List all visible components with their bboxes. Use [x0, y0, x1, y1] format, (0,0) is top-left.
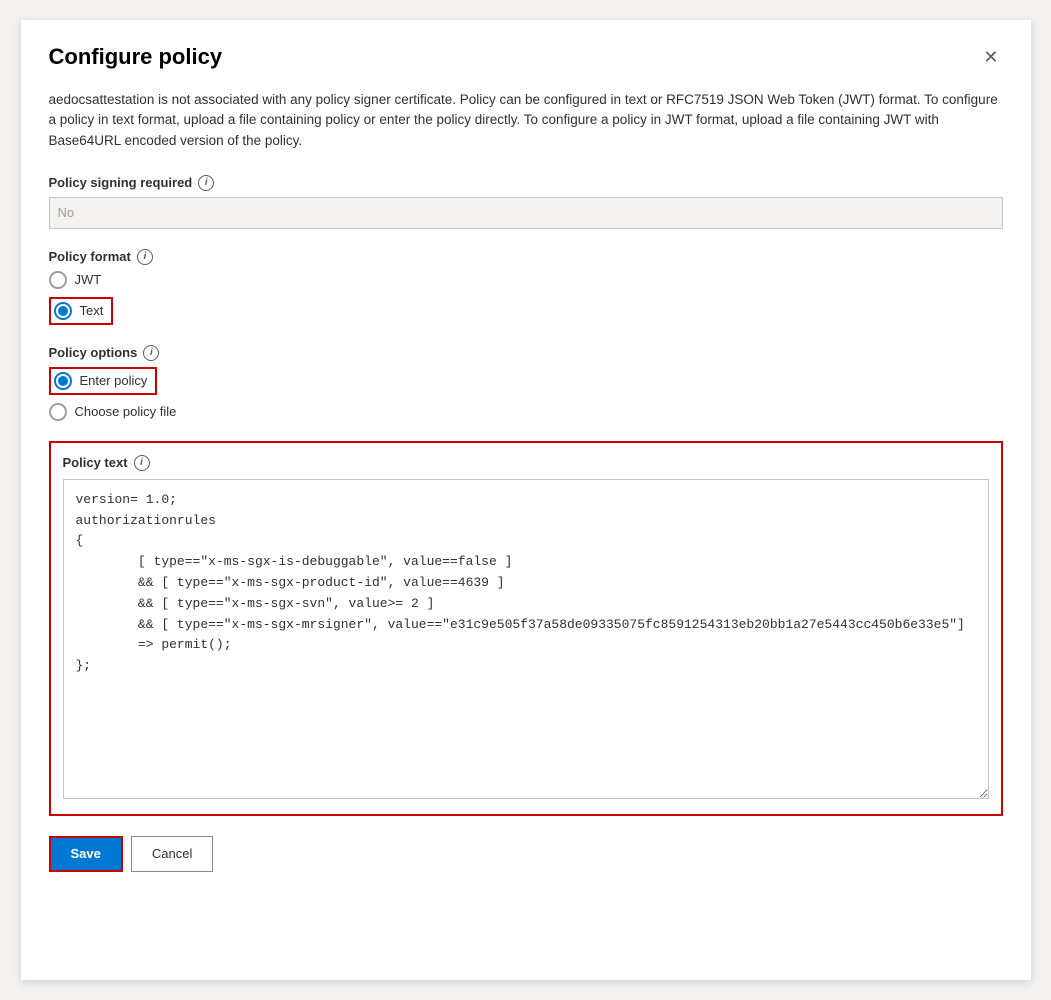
policy-options-label: Policy options i: [49, 345, 1003, 361]
radio-text-label: Text: [80, 303, 104, 318]
radio-enter-policy-label: Enter policy: [80, 373, 148, 388]
policy-format-radio-group: JWT Text: [49, 271, 1003, 325]
policy-format-info-icon[interactable]: i: [137, 249, 153, 265]
radio-enter-policy[interactable]: Enter policy: [54, 372, 148, 390]
dialog-title: Configure policy: [49, 44, 223, 70]
radio-enter-policy-input[interactable]: [54, 372, 72, 390]
cancel-button[interactable]: Cancel: [131, 836, 213, 872]
close-button[interactable]: ✕: [979, 44, 1002, 70]
policy-options-info-icon[interactable]: i: [143, 345, 159, 361]
radio-jwt[interactable]: JWT: [49, 271, 1003, 289]
policy-text-info-icon[interactable]: i: [134, 455, 150, 471]
save-button[interactable]: Save: [49, 836, 123, 872]
enter-policy-highlight: Enter policy: [49, 367, 158, 395]
policy-text-input[interactable]: [63, 479, 989, 799]
policy-format-group: Policy format i JWT Text: [49, 249, 1003, 325]
radio-jwt-input[interactable]: [49, 271, 67, 289]
radio-jwt-label: JWT: [75, 272, 102, 287]
policy-text-label: Policy text i: [63, 455, 989, 471]
dialog-header: Configure policy ✕: [49, 44, 1003, 70]
radio-text-input[interactable]: [54, 302, 72, 320]
policy-signing-info-icon[interactable]: i: [198, 175, 214, 191]
policy-text-section: Policy text i: [49, 441, 1003, 816]
policy-format-label: Policy format i: [49, 249, 1003, 265]
policy-signing-group: Policy signing required i No: [49, 175, 1003, 229]
policy-signing-select[interactable]: No: [49, 197, 1003, 229]
radio-choose-file-input[interactable]: [49, 403, 67, 421]
policy-signing-label: Policy signing required i: [49, 175, 1003, 191]
radio-text[interactable]: Text: [54, 302, 104, 320]
policy-options-group: Policy options i Enter policy Choose pol…: [49, 345, 1003, 421]
radio-choose-file-label: Choose policy file: [75, 404, 177, 419]
description-text: aedocsattestation is not associated with…: [49, 90, 1003, 151]
button-row: Save Cancel: [49, 836, 1003, 872]
text-radio-highlight: Text: [49, 297, 114, 325]
configure-policy-dialog: Configure policy ✕ aedocsattestation is …: [21, 20, 1031, 980]
policy-options-radio-group: Enter policy Choose policy file: [49, 367, 1003, 421]
radio-choose-file[interactable]: Choose policy file: [49, 403, 1003, 421]
